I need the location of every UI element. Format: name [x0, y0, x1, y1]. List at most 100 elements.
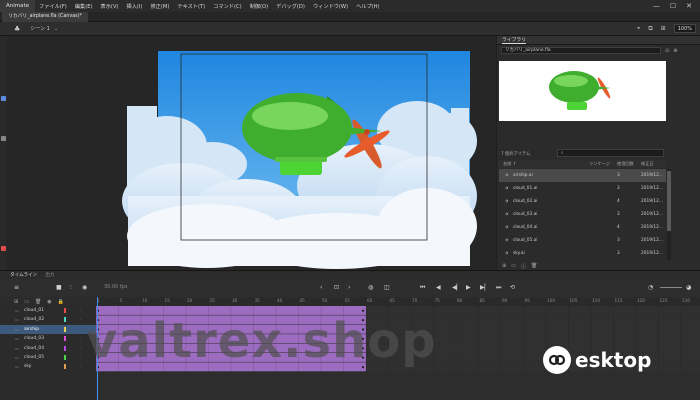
menu-insert[interactable]: 挿入(I): [123, 3, 147, 10]
zoom-field[interactable]: 100%: [673, 24, 696, 33]
layer-row[interactable]: ▭ sky ·: [0, 362, 96, 371]
menu-help[interactable]: ヘルプ(H): [352, 3, 384, 10]
list-item[interactable]: ⬗ cloud_03.ai 3 2019/12...: [499, 208, 666, 221]
onion-skin-icon[interactable]: ◍: [368, 284, 373, 291]
zoom-out-timeline-icon[interactable]: ◔: [648, 284, 653, 291]
tool-icon-grey[interactable]: [1, 136, 6, 141]
prev-frame-icon[interactable]: ◀▏: [452, 284, 461, 291]
delete-icon[interactable]: 🗑: [531, 263, 537, 269]
edit-multiple-frames-icon[interactable]: ◫: [384, 284, 390, 291]
layer-row[interactable]: ▭ cloud_04 ·: [0, 344, 96, 353]
layer-visibility-dot[interactable]: ·: [80, 355, 81, 360]
fps-field[interactable]: 30.00 fps: [104, 284, 127, 290]
layer-row[interactable]: ▭ cloud_01 ·: [0, 306, 96, 315]
timeline-zoom-slider[interactable]: [660, 287, 682, 288]
menu-view[interactable]: 表示(V): [97, 3, 123, 10]
center-stage-icon[interactable]: ⊞: [661, 25, 666, 32]
tool-icon-red[interactable]: [1, 246, 6, 251]
menu-debug[interactable]: デバッグ(D): [272, 3, 309, 10]
layer-row[interactable]: ▭ cloud_02 ·: [0, 315, 96, 324]
zoom-in-timeline-icon[interactable]: ◕: [686, 284, 691, 291]
col-date[interactable]: 修正日: [641, 161, 654, 167]
layer-color-swatch[interactable]: [64, 308, 66, 313]
menu-control[interactable]: 制御(O): [246, 3, 273, 10]
list-item[interactable]: ⬗ cloud_01.ai 3 2019/12...: [499, 182, 666, 195]
new-layer-icon[interactable]: ⊞: [14, 299, 18, 305]
layer-color-swatch[interactable]: [64, 354, 66, 360]
stage-canvas[interactable]: [7, 36, 496, 270]
layer-visibility-dot[interactable]: ·: [80, 317, 81, 322]
tool-icon-blue[interactable]: [1, 96, 6, 101]
library-document-name[interactable]: リカバリ_airplane.fla: [501, 47, 661, 54]
chevron-down-icon[interactable]: ⌄: [54, 26, 58, 32]
previous-frame-icon[interactable]: ◀: [436, 284, 441, 291]
library-scrollbar[interactable]: [667, 169, 671, 260]
layer-visibility-dot[interactable]: ·: [80, 336, 81, 341]
layer-color-swatch[interactable]: [64, 317, 66, 323]
col-name[interactable]: 名前 ↑: [503, 161, 516, 167]
properties-icon[interactable]: ⓘ: [521, 263, 526, 270]
layer-row[interactable]: ▭ airship ·: [0, 324, 96, 335]
tab-output[interactable]: 出力: [45, 272, 54, 278]
list-item[interactable]: ⬗ sky.ai 3 2019/12...: [499, 247, 666, 260]
last-frame-icon[interactable]: ⏭: [496, 284, 501, 292]
library-tab[interactable]: ライブラリ: [502, 36, 526, 44]
menu-text[interactable]: テキスト(T): [173, 3, 209, 10]
library-document-select[interactable]: リカバリ_airplane.fla ⊙ ⊕: [501, 46, 696, 55]
delete-layer-icon[interactable]: 🗑: [35, 299, 41, 305]
layer-row[interactable]: ▭ cloud_03 ·: [0, 334, 96, 343]
menu-edit[interactable]: 編集(E): [71, 3, 97, 10]
clip-content-icon[interactable]: ⧉: [648, 25, 652, 33]
show-hide-icon[interactable]: ◉: [82, 284, 87, 291]
menu-modify[interactable]: 修正(M): [146, 3, 173, 10]
menu-commands[interactable]: コマンド(C): [209, 3, 245, 10]
maximize-icon[interactable]: ☐: [670, 2, 676, 10]
layer-color-swatch[interactable]: [64, 326, 66, 332]
layer-row[interactable]: ▭ cloud_05 ·: [0, 353, 96, 362]
layer-visibility-dot[interactable]: ·: [80, 308, 81, 313]
close-icon[interactable]: ✕: [686, 2, 692, 10]
layer-visibility-dot[interactable]: ·: [80, 346, 81, 351]
layer-visibility-dot[interactable]: ·: [80, 327, 81, 332]
new-library-panel-icon[interactable]: ⊕: [673, 48, 677, 54]
step-forward-icon[interactable]: ›: [348, 284, 350, 291]
scene-selector[interactable]: シーン 1: [30, 25, 50, 32]
tab-timeline[interactable]: タイムライン: [10, 272, 37, 278]
col-usage[interactable]: 使用回数: [617, 161, 634, 167]
layer-color-swatch[interactable]: [64, 364, 66, 370]
next-frame-icon[interactable]: ▶▏: [480, 284, 489, 291]
stage-area[interactable]: [7, 36, 496, 270]
pin-icon[interactable]: ⊙: [665, 48, 669, 54]
minimize-icon[interactable]: —: [653, 2, 660, 10]
loop-icon[interactable]: ⟲: [510, 284, 515, 291]
layer-visibility-dot[interactable]: ·: [80, 364, 81, 369]
layer-parent-icon[interactable]: ⫶: [70, 284, 72, 292]
menu-window[interactable]: ウィンドウ(W): [309, 3, 352, 10]
stage-position-icon[interactable]: ⌖: [637, 25, 640, 33]
play-icon[interactable]: ▶: [466, 284, 471, 291]
new-symbol-icon[interactable]: ⊕: [502, 263, 506, 269]
item-usage: 4: [617, 225, 620, 230]
camera-icon[interactable]: ■: [56, 284, 62, 291]
list-item[interactable]: ⬗ cloud_04.ai 4 2019/12...: [499, 221, 666, 234]
lock-icon[interactable]: 🔒: [58, 299, 64, 305]
scrollbar-thumb[interactable]: [667, 171, 671, 231]
new-folder-icon[interactable]: ▭: [24, 299, 29, 305]
layer-color-swatch[interactable]: [64, 336, 66, 342]
first-frame-icon[interactable]: ⏮: [420, 284, 425, 292]
step-back-icon[interactable]: ‹: [320, 284, 322, 291]
item-date: 2019/12...: [641, 251, 663, 256]
visibility-toggle-icon[interactable]: ◉: [47, 299, 51, 305]
layer-color-swatch[interactable]: [64, 345, 66, 351]
col-linkage[interactable]: リンケージ: [589, 161, 610, 167]
document-tab[interactable]: リカバリ_airplane.fla (Canvas)*: [2, 12, 88, 22]
new-folder-icon[interactable]: ▭: [511, 263, 516, 269]
list-item[interactable]: ⬗ airship.ai 3 2019/12...: [499, 169, 666, 182]
scene-icon[interactable]: ♣: [14, 25, 20, 33]
library-search-input[interactable]: ⌕: [557, 149, 664, 157]
layer-options-icon[interactable]: ≡: [14, 284, 19, 291]
center-frame-icon[interactable]: ⊡: [334, 284, 339, 291]
menu-file[interactable]: ファイル(F): [35, 3, 71, 10]
list-item[interactable]: ⬗ cloud_02.ai 4 2019/12...: [499, 195, 666, 208]
list-item[interactable]: ⬗ cloud_05.ai 3 2019/12...: [499, 234, 666, 247]
